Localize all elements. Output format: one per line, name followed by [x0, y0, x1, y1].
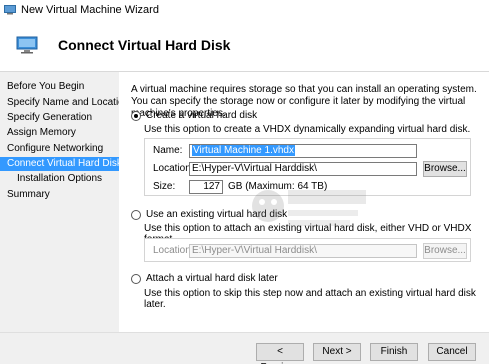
- attach-later-option[interactable]: Attach a virtual hard disk later: [131, 273, 278, 284]
- existing-disk-group: Location: E:\Hyper-V\Virtual Harddisk\ B…: [144, 238, 471, 262]
- existing-disk-radio[interactable]: [131, 209, 141, 220]
- previous-button[interactable]: < Previous: [256, 343, 304, 364]
- location-input[interactable]: E:\Hyper-V\Virtual Harddisk\: [189, 162, 417, 176]
- create-disk-label: Create a virtual hard disk: [146, 110, 258, 121]
- page-title: Connect Virtual Hard Disk: [58, 37, 231, 53]
- name-input-value: Virtual Machine 1.vhdx: [192, 145, 295, 156]
- existing-disk-option[interactable]: Use an existing virtual hard disk: [131, 209, 287, 220]
- next-button[interactable]: Next >: [313, 343, 361, 361]
- existing-disk-label: Use an existing virtual hard disk: [146, 209, 288, 220]
- size-label: Size:: [153, 181, 176, 192]
- cancel-button[interactable]: Cancel: [428, 343, 476, 361]
- monitor-icon: [16, 36, 38, 54]
- wizard-footer: < Previous Next > Finish Cancel: [0, 332, 489, 364]
- create-disk-radio[interactable]: [131, 110, 141, 121]
- sidebar-item-specify-name-location[interactable]: Specify Name and Location: [0, 96, 129, 110]
- wizard-steps-sidebar: Before You Begin Specify Name and Locati…: [0, 72, 129, 332]
- name-label: Name:: [153, 145, 183, 156]
- main-content: A virtual machine requires storage so th…: [120, 72, 489, 332]
- window-title: New Virtual Machine Wizard: [21, 4, 159, 16]
- attach-later-radio[interactable]: [131, 273, 141, 284]
- hyper-v-icon: [4, 5, 16, 15]
- sidebar-item-installation-options[interactable]: Installation Options: [0, 172, 119, 186]
- sidebar-item-before-you-begin[interactable]: Before You Begin: [0, 80, 119, 94]
- create-disk-option[interactable]: Create a virtual hard disk: [131, 110, 257, 121]
- browse-button[interactable]: Browse...: [423, 161, 467, 177]
- size-unit-text: GB (Maximum: 64 TB): [228, 181, 328, 192]
- sidebar-item-assign-memory[interactable]: Assign Memory: [0, 126, 119, 140]
- attach-later-label: Attach a virtual hard disk later: [146, 273, 278, 284]
- location-label: Location:: [153, 163, 194, 174]
- sidebar-item-specify-generation[interactable]: Specify Generation: [0, 111, 119, 125]
- existing-browse-button[interactable]: Browse...: [423, 243, 467, 259]
- sidebar-item-configure-networking[interactable]: Configure Networking: [0, 142, 119, 156]
- title-bar: New Virtual Machine Wizard: [0, 0, 489, 20]
- existing-location-input[interactable]: E:\Hyper-V\Virtual Harddisk\: [189, 244, 417, 258]
- attach-later-description: Use this option to skip this step now an…: [144, 288, 476, 310]
- wizard-header: Connect Virtual Hard Disk: [0, 20, 489, 72]
- create-disk-group: Name: Virtual Machine 1.vhdx Location: E…: [144, 138, 471, 196]
- size-input[interactable]: 127: [189, 180, 223, 194]
- existing-location-label: Location:: [153, 245, 194, 256]
- sidebar-item-summary[interactable]: Summary: [0, 188, 119, 202]
- name-input[interactable]: Virtual Machine 1.vhdx: [189, 144, 417, 158]
- sidebar-item-connect-virtual-hard-disk[interactable]: Connect Virtual Hard Disk: [0, 157, 122, 171]
- create-disk-description: Use this option to create a VHDX dynamic…: [144, 124, 471, 135]
- finish-button[interactable]: Finish: [370, 343, 418, 361]
